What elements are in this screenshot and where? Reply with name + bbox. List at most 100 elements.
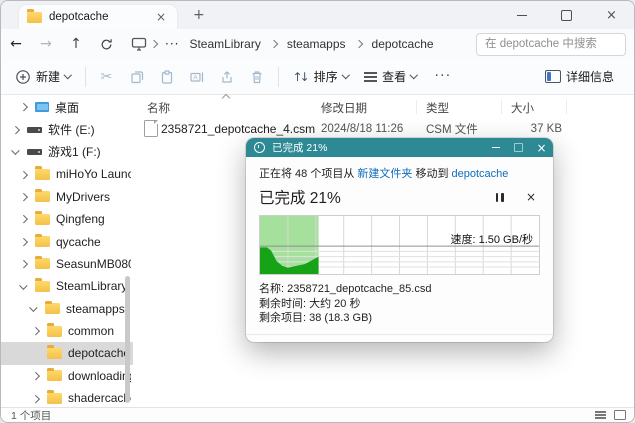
current-file-name: 名称: 2358721_depotcache_85.csd [259,282,540,297]
chevron-right-icon[interactable] [19,216,29,222]
rename-button[interactable]: A [182,63,212,91]
toolbar-divider [278,67,279,87]
sidebar-item-steamapps[interactable]: steamapps [1,298,133,320]
desktop-icon [35,102,49,112]
sidebar-item-qingfeng[interactable]: Qingfeng [1,208,133,230]
new-tab-button[interactable]: + [187,6,211,24]
sidebar-item-mydrivers[interactable]: MyDrivers [1,186,133,208]
source-folder-link[interactable]: 新建文件夹 [357,168,412,180]
folder-icon [47,348,62,359]
dialog-close-button[interactable]: × [530,138,553,157]
chevron-right-icon[interactable] [31,328,41,334]
chevron-down-icon [64,71,72,79]
folder-icon [35,191,50,202]
window-maximize-button[interactable] [544,1,589,29]
folder-icon [35,169,50,180]
tab-bar: depotcache × + × [1,1,634,29]
sidebar-item-seasunmb0803[interactable]: SeasunMB0803 [1,253,133,275]
breadcrumb-item-depotcache[interactable]: depotcache [366,35,440,53]
back-button[interactable]: ← [1,36,31,52]
transfer-speed-chart: 速度: 1.50 GB/秒 [259,215,540,275]
sidebar-item-depotcache[interactable]: depotcache [1,342,133,364]
time-remaining: 剩余时间: 大约 20 秒 [259,297,540,312]
chevron-right-icon[interactable] [11,127,21,133]
column-separator[interactable] [501,100,502,114]
chevron-right-icon[interactable] [31,396,41,402]
column-headers: 名称 修改日期 类型 大小 [133,97,634,117]
tab-close-icon[interactable]: × [153,10,169,24]
details-pane-button[interactable]: 详细信息 [537,63,622,91]
dialog-title: 已完成 21% [272,140,484,155]
share-button[interactable] [212,63,242,91]
breadcrumb-item-steamlibrary[interactable]: SteamLibrary [183,35,266,53]
copy-icon [129,69,145,85]
svg-text:A: A [193,74,198,81]
chevron-right-icon[interactable] [19,104,29,110]
this-pc-icon[interactable] [131,37,147,51]
new-button[interactable]: 新建 [7,63,79,91]
copy-button[interactable] [122,63,152,91]
sort-arrows-icon: ↑↓ [293,70,307,84]
column-header-type[interactable]: 类型 [426,100,449,116]
dialog-titlebar[interactable]: 已完成 21% × [246,138,553,157]
window-minimize-button[interactable] [499,1,544,29]
search-input[interactable] [476,33,626,56]
breadcrumb-overflow-button[interactable]: ··· [161,37,183,51]
pause-button[interactable] [496,193,504,202]
up-button[interactable]: ↑ [61,36,91,52]
chevron-right-icon[interactable] [31,373,41,379]
column-header-name[interactable]: 名称 [147,100,170,116]
sort-button[interactable]: ↑↓ 排序 [285,63,357,91]
sidebar-item-common[interactable]: common [1,320,133,342]
chevron-right-icon[interactable] [19,194,29,200]
view-button[interactable]: 查看 [356,63,425,91]
message-prefix: 正在将 48 个项目从 [259,168,357,180]
cut-button[interactable]: ✂ [92,63,122,91]
status-bar: 1 个项目 [1,407,634,422]
sidebar-item-drive-e[interactable]: 软件 (E:) [1,118,133,140]
details-view-toggle-icon[interactable] [595,411,606,413]
column-separator[interactable] [416,100,417,114]
dialog-minimize-button[interactable] [484,138,507,157]
column-header-size[interactable]: 大小 [511,100,534,116]
chevron-right-icon[interactable] [19,261,29,267]
paste-icon [159,69,175,85]
sidebar-item-shadercache[interactable]: shadercache [1,387,133,407]
fewer-details-toggle[interactable]: 简略信息 [259,335,540,343]
chevron-right-icon[interactable] [19,239,29,245]
tab-depotcache[interactable]: depotcache × [19,5,177,29]
file-row[interactable]: 2358721_depotcache_4.csm 2024/8/18 11:26… [137,119,630,138]
column-header-modified[interactable]: 修改日期 [321,100,367,116]
sidebar-item-downloading[interactable]: downloading [1,365,133,387]
sidebar-item-desktop[interactable]: 桌面 [1,96,133,118]
chevron-down-icon[interactable] [29,307,39,311]
window-close-button[interactable]: × [589,1,634,29]
column-separator[interactable] [566,100,567,114]
sort-button-label: 排序 [314,68,338,85]
forward-button[interactable]: → [31,36,61,52]
new-button-label: 新建 [36,68,60,85]
chevron-down-icon[interactable] [11,150,21,154]
destination-folder-link[interactable]: depotcache [452,168,509,180]
speed-annotation: 速度: 1.50 GB/秒 [450,231,533,247]
sidebar-item-mihoyo[interactable]: miHoYo Launch [1,163,133,185]
window-controls: × [499,1,634,29]
paste-button[interactable] [152,63,182,91]
cancel-button[interactable]: × [526,190,536,204]
sidebar-item-drive-f[interactable]: 游戏1 (F:) [1,141,133,163]
delete-button[interactable] [242,63,272,91]
sidebar-item-steamlibrary[interactable]: SteamLibrary [1,275,133,297]
details-pane-label: 详细信息 [566,68,614,85]
chevron-placeholder [31,351,41,356]
progress-clock-icon [254,142,265,153]
sidebar-item-qycache[interactable]: qycache [1,230,133,252]
sidebar-scrollbar[interactable] [125,276,130,403]
breadcrumb-item-steamapps[interactable]: steamapps [281,35,352,53]
more-options-button[interactable]: ··· [425,69,462,84]
chevron-right-icon [270,40,278,48]
chevron-down-icon[interactable] [19,285,29,289]
refresh-button[interactable] [91,37,121,52]
chevron-down-icon [410,71,418,79]
thumbnail-view-toggle-icon[interactable] [614,410,626,420]
chevron-right-icon[interactable] [19,172,29,178]
